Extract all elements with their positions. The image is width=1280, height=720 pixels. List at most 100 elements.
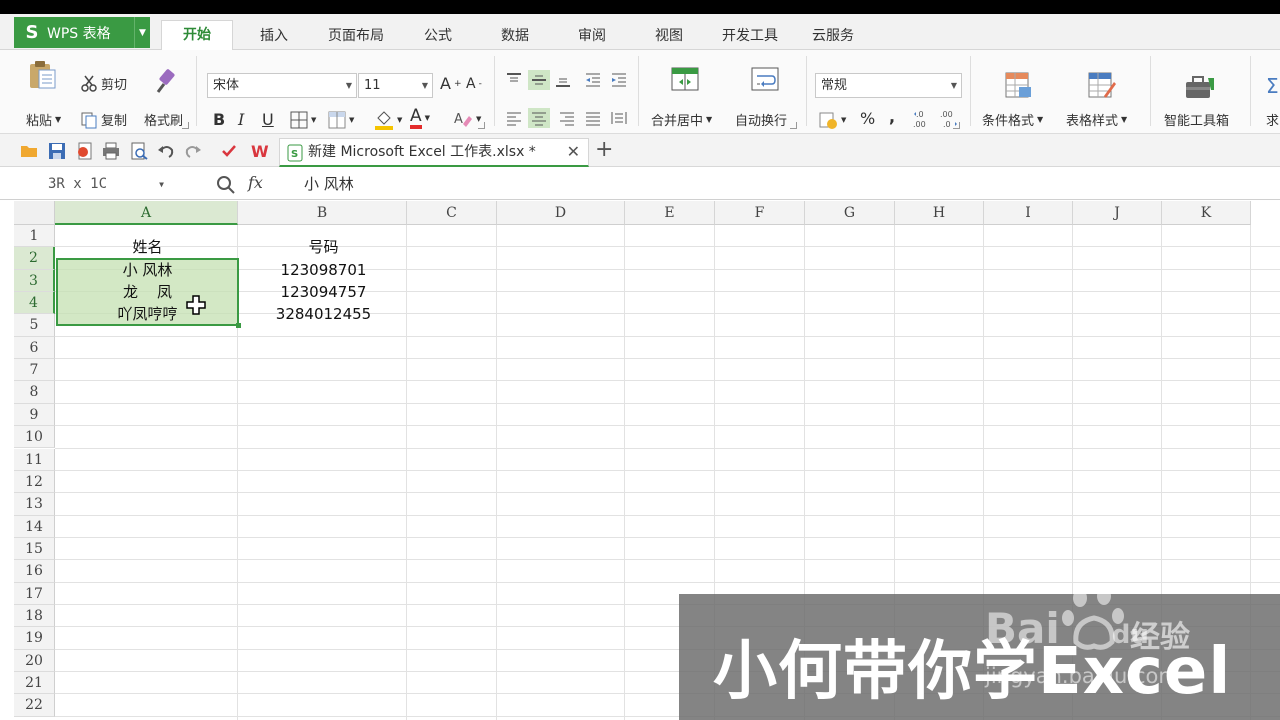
save-icon[interactable] <box>48 142 66 160</box>
number-format-select[interactable]: 常规 ▼ <box>815 73 962 98</box>
row-header-14[interactable]: 14 <box>14 515 55 538</box>
tab-developer[interactable]: 开发工具 <box>714 22 786 50</box>
align-right-button[interactable] <box>558 110 576 126</box>
column-header-I[interactable]: I <box>984 201 1073 225</box>
font-color-button[interactable]: A ▼ <box>410 107 430 129</box>
increase-indent-button[interactable] <box>610 72 628 88</box>
percent-button[interactable]: % <box>860 109 875 128</box>
tab-home[interactable]: 开始 <box>161 20 233 51</box>
print-icon[interactable] <box>102 142 120 160</box>
cell-B4[interactable]: 3284012455 <box>239 303 408 325</box>
tab-page-layout[interactable]: 页面布局 <box>320 22 392 50</box>
increase-decimal-button[interactable]: .0.00 <box>913 108 931 132</box>
wps-app-menu-button[interactable]: S WPS 表格 ▼ <box>14 17 150 48</box>
row-header-20[interactable]: 20 <box>14 649 55 672</box>
column-header-C[interactable]: C <box>407 201 497 225</box>
row-header-15[interactable]: 15 <box>14 537 55 561</box>
cell-A2[interactable]: 小 风林 <box>56 259 239 281</box>
bold-button[interactable]: B <box>213 110 225 129</box>
tab-insert[interactable]: 插入 <box>246 22 302 50</box>
row-header-10[interactable]: 10 <box>14 426 55 449</box>
name-box[interactable]: 3R x 1C ▼ <box>14 172 170 197</box>
tab-review[interactable]: 审阅 <box>568 22 616 50</box>
tab-cloud-services[interactable]: 云服务 <box>802 22 864 50</box>
currency-format-button[interactable]: ▼ <box>818 110 846 130</box>
column-header-D[interactable]: D <box>497 201 625 225</box>
align-middle-button[interactable] <box>528 70 550 90</box>
table-style-button[interactable]: 表格样式 ▼ <box>1066 110 1127 129</box>
increase-font-size-button[interactable]: A + <box>440 74 462 93</box>
close-icon[interactable]: ✕ <box>567 139 580 165</box>
column-header-J[interactable]: J <box>1073 201 1162 225</box>
sum-button[interactable]: 求 <box>1266 110 1279 129</box>
row-header-17[interactable]: 17 <box>14 582 55 605</box>
distribute-button[interactable] <box>610 110 628 126</box>
comma-style-button[interactable]: , <box>889 107 895 126</box>
row-header-19[interactable]: 19 <box>14 627 55 650</box>
row-header-7[interactable]: 7 <box>14 359 55 382</box>
toolbox-icon[interactable] <box>1184 74 1216 100</box>
row-header-1[interactable]: 1 <box>14 225 55 248</box>
underline-button[interactable]: U <box>262 110 274 129</box>
conditional-format-icon[interactable] <box>1003 70 1033 100</box>
redo-icon[interactable] <box>184 142 202 160</box>
wrap-text-icon[interactable] <box>750 64 780 94</box>
cell-A1[interactable]: 姓名 <box>56 236 239 258</box>
cell-B2[interactable]: 123098701 <box>239 259 408 281</box>
cell-B1[interactable]: 号码 <box>239 236 408 258</box>
column-header-B[interactable]: B <box>238 201 407 225</box>
format-painter-icon[interactable] <box>150 68 178 96</box>
paste-button[interactable]: 粘贴 ▼ <box>26 110 61 129</box>
clipboard-launcher-icon[interactable] <box>182 122 189 129</box>
wps-w-logo-icon[interactable]: W <box>251 142 269 161</box>
column-header-G[interactable]: G <box>805 201 895 225</box>
row-header-8[interactable]: 8 <box>14 381 55 404</box>
paste-icon[interactable] <box>26 60 58 90</box>
column-header-H[interactable]: H <box>895 201 984 225</box>
justify-button[interactable] <box>584 110 602 126</box>
zoom-search-icon[interactable] <box>216 175 236 199</box>
row-header-11[interactable]: 11 <box>14 448 55 471</box>
row-header-9[interactable]: 9 <box>14 403 55 427</box>
row-header-4[interactable]: 4 <box>14 292 55 315</box>
alignment-launcher-icon[interactable] <box>790 122 797 129</box>
row-header-3[interactable]: 3 <box>14 269 55 293</box>
cell-A3[interactable]: 龙 凤 <box>56 281 239 303</box>
chevron-down-icon[interactable]: ▼ <box>134 17 150 48</box>
decrease-indent-button[interactable] <box>584 72 602 88</box>
column-header-A[interactable]: A <box>55 201 238 225</box>
column-header-F[interactable]: F <box>715 201 805 225</box>
open-folder-icon[interactable] <box>20 142 38 160</box>
formula-input[interactable]: 小 风林 <box>292 172 1272 197</box>
export-pdf-icon[interactable] <box>76 142 94 160</box>
tab-data[interactable]: 数据 <box>491 22 539 50</box>
tab-formulas[interactable]: 公式 <box>414 22 462 50</box>
row-header-16[interactable]: 16 <box>14 560 55 583</box>
column-header-E[interactable]: E <box>625 201 715 225</box>
conditional-format-button[interactable]: 条件格式 ▼ <box>982 110 1043 129</box>
cell-A4[interactable]: 吖凤哼哼 <box>56 303 239 325</box>
row-header-2[interactable]: 2 <box>14 247 55 270</box>
column-header-K[interactable]: K <box>1162 201 1251 225</box>
cut-button[interactable]: 剪切 <box>80 74 127 93</box>
row-header-22[interactable]: 22 <box>14 694 55 717</box>
row-header-12[interactable]: 12 <box>14 470 55 494</box>
new-tab-plus-icon[interactable]: + <box>595 137 613 162</box>
font-size-select[interactable]: 11 ▼ <box>358 73 433 98</box>
customize-toolbar-icon[interactable] <box>220 142 238 160</box>
cell-B3[interactable]: 123094757 <box>239 281 408 303</box>
align-left-button[interactable] <box>505 110 523 126</box>
table-style-icon[interactable] <box>1086 70 1116 100</box>
fill-color-button[interactable]: ▼ <box>374 109 402 131</box>
undo-icon[interactable] <box>157 142 175 160</box>
row-header-13[interactable]: 13 <box>14 493 55 516</box>
align-center-button[interactable] <box>528 108 550 128</box>
document-tab[interactable]: S 新建 Microsoft Excel 工作表.xlsx * ✕ <box>279 138 589 167</box>
merge-center-icon[interactable] <box>670 64 700 94</box>
align-top-button[interactable] <box>505 72 523 88</box>
select-all-corner[interactable] <box>14 201 55 225</box>
font-launcher-icon[interactable] <box>478 122 485 129</box>
format-painter-button[interactable]: 格式刷 <box>144 110 183 129</box>
sum-icon[interactable]: Σ <box>1266 74 1279 98</box>
fx-button[interactable]: fx <box>248 173 263 192</box>
